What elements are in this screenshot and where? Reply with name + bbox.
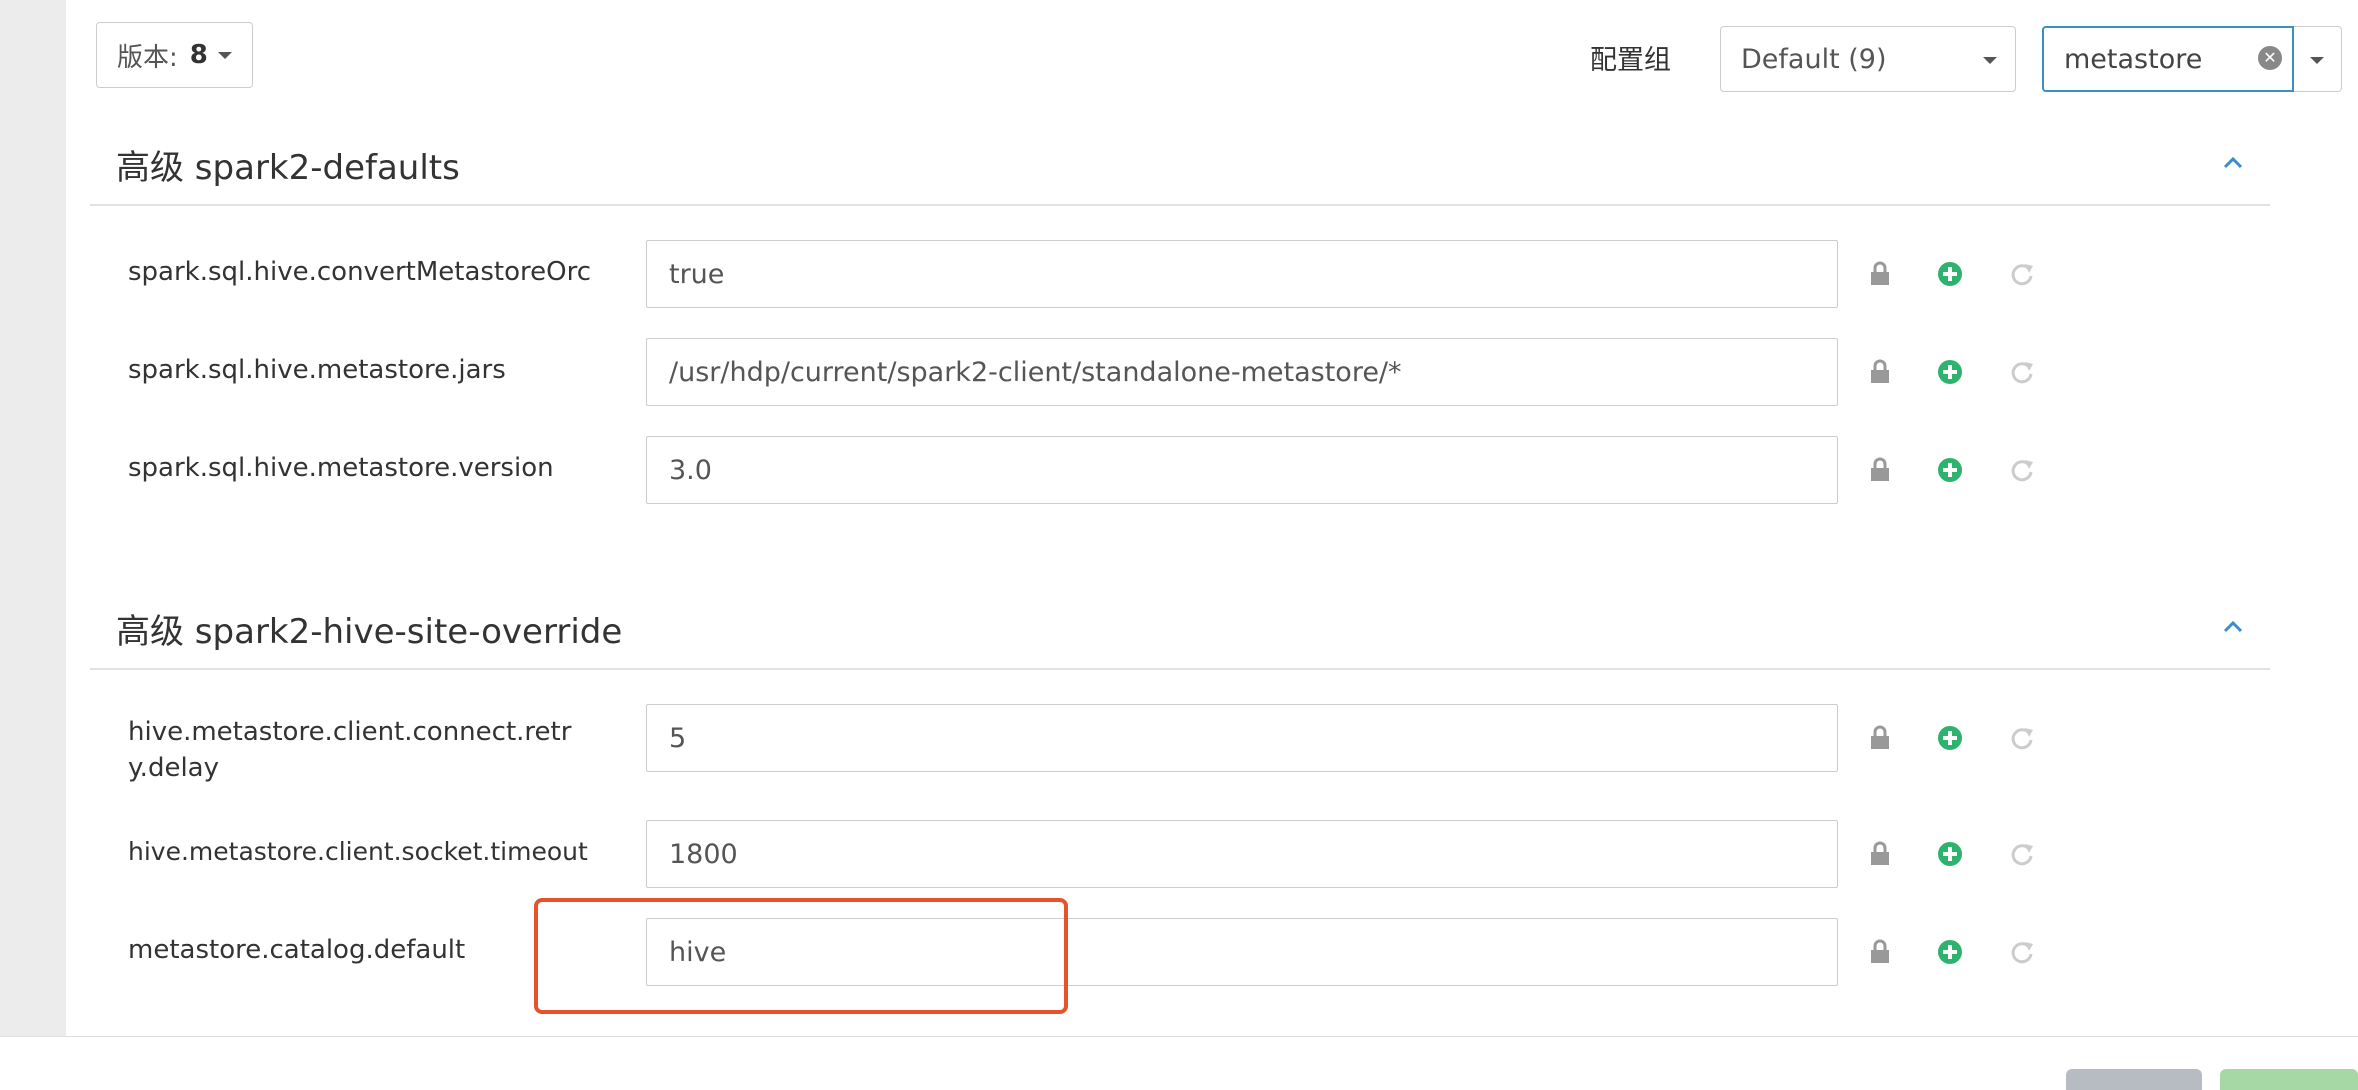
config-group-value: Default (9) <box>1741 43 1887 75</box>
property-value-input[interactable]: 5 <box>646 704 1838 772</box>
undo-icon[interactable] <box>2008 260 2036 288</box>
undo-icon[interactable] <box>2008 358 2036 386</box>
section-title: 高级 spark2-defaults <box>116 148 460 188</box>
chevron-up-icon[interactable] <box>2222 152 2244 174</box>
annotation-highlight <box>534 898 1068 1014</box>
property-value: 3.0 <box>669 454 712 486</box>
clear-icon[interactable]: ✕ <box>2258 46 2282 70</box>
save-button[interactable] <box>2220 1069 2358 1090</box>
property-name: hive.metastore.client.socket.timeout <box>128 837 588 866</box>
footer-bar <box>0 1036 2358 1090</box>
property-value-input[interactable]: 3.0 <box>646 436 1838 504</box>
plus-circle-icon[interactable] <box>1936 358 1964 386</box>
chevron-down-icon <box>2310 57 2324 64</box>
chevron-up-icon[interactable] <box>2222 616 2244 638</box>
section-title: 高级 spark2-hive-site-override <box>116 612 623 652</box>
property-name: metastore.catalog.default <box>128 935 466 965</box>
property-value: /usr/hdp/current/spark2-client/standalon… <box>669 356 1402 388</box>
property-name: spark.sql.hive.metastore.version <box>128 453 554 483</box>
undo-icon[interactable] <box>2008 724 2036 752</box>
property-name: spark.sql.hive.metastore.jars <box>128 355 506 385</box>
property-value-input[interactable]: /usr/hdp/current/spark2-client/standalon… <box>646 338 1838 406</box>
version-value: 8 <box>189 40 208 70</box>
section-spark2-defaults: 高级 spark2-defaults spark.sql.hive.conver… <box>90 112 2270 504</box>
undo-icon[interactable] <box>2008 938 2036 966</box>
plus-circle-icon[interactable] <box>1936 260 1964 288</box>
config-panel: 版本: 8 配置组 Default (9) metastore ✕ 高级 spa… <box>66 0 2358 1036</box>
property-name: hive.metastore.client.connect.retry.dela… <box>128 717 572 783</box>
lock-icon[interactable] <box>1866 724 1894 752</box>
filter-value: metastore <box>2064 43 2203 75</box>
plus-circle-icon[interactable] <box>1936 938 1964 966</box>
plus-circle-icon[interactable] <box>1936 840 1964 868</box>
property-name: spark.sql.hive.convertMetastoreOrc <box>128 257 592 287</box>
property-value-input[interactable]: 1800 <box>646 820 1838 888</box>
lock-icon[interactable] <box>1866 840 1894 868</box>
property-value: 1800 <box>669 838 738 870</box>
config-toolbar: 版本: 8 配置组 Default (9) metastore ✕ <box>96 22 2342 92</box>
plus-circle-icon[interactable] <box>1936 724 1964 752</box>
property-value: true <box>669 258 725 290</box>
lock-icon[interactable] <box>1866 260 1894 288</box>
discard-button[interactable] <box>2066 1069 2202 1090</box>
undo-icon[interactable] <box>2008 456 2036 484</box>
filter-options-dropdown[interactable] <box>2294 26 2342 92</box>
chevron-down-icon <box>217 51 232 59</box>
lock-icon[interactable] <box>1866 938 1894 966</box>
lock-icon[interactable] <box>1866 456 1894 484</box>
section-spark2-hive-site-override: 高级 spark2-hive-site-override hive.metast… <box>90 576 2270 986</box>
section-header[interactable]: 高级 spark2-defaults <box>90 112 2270 206</box>
plus-circle-icon[interactable] <box>1936 456 1964 484</box>
config-group-select[interactable]: Default (9) <box>1720 26 2016 92</box>
version-dropdown[interactable]: 版本: 8 <box>96 22 253 88</box>
undo-icon[interactable] <box>2008 840 2036 868</box>
config-group-label: 配置组 <box>1590 45 1671 76</box>
property-filter-input[interactable]: metastore ✕ <box>2042 26 2294 92</box>
version-label: 版本: <box>117 42 178 73</box>
lock-icon[interactable] <box>1866 358 1894 386</box>
section-header[interactable]: 高级 spark2-hive-site-override <box>90 576 2270 670</box>
chevron-down-icon <box>1983 57 1997 64</box>
property-value-input[interactable]: true <box>646 240 1838 308</box>
property-value: 5 <box>669 722 687 754</box>
